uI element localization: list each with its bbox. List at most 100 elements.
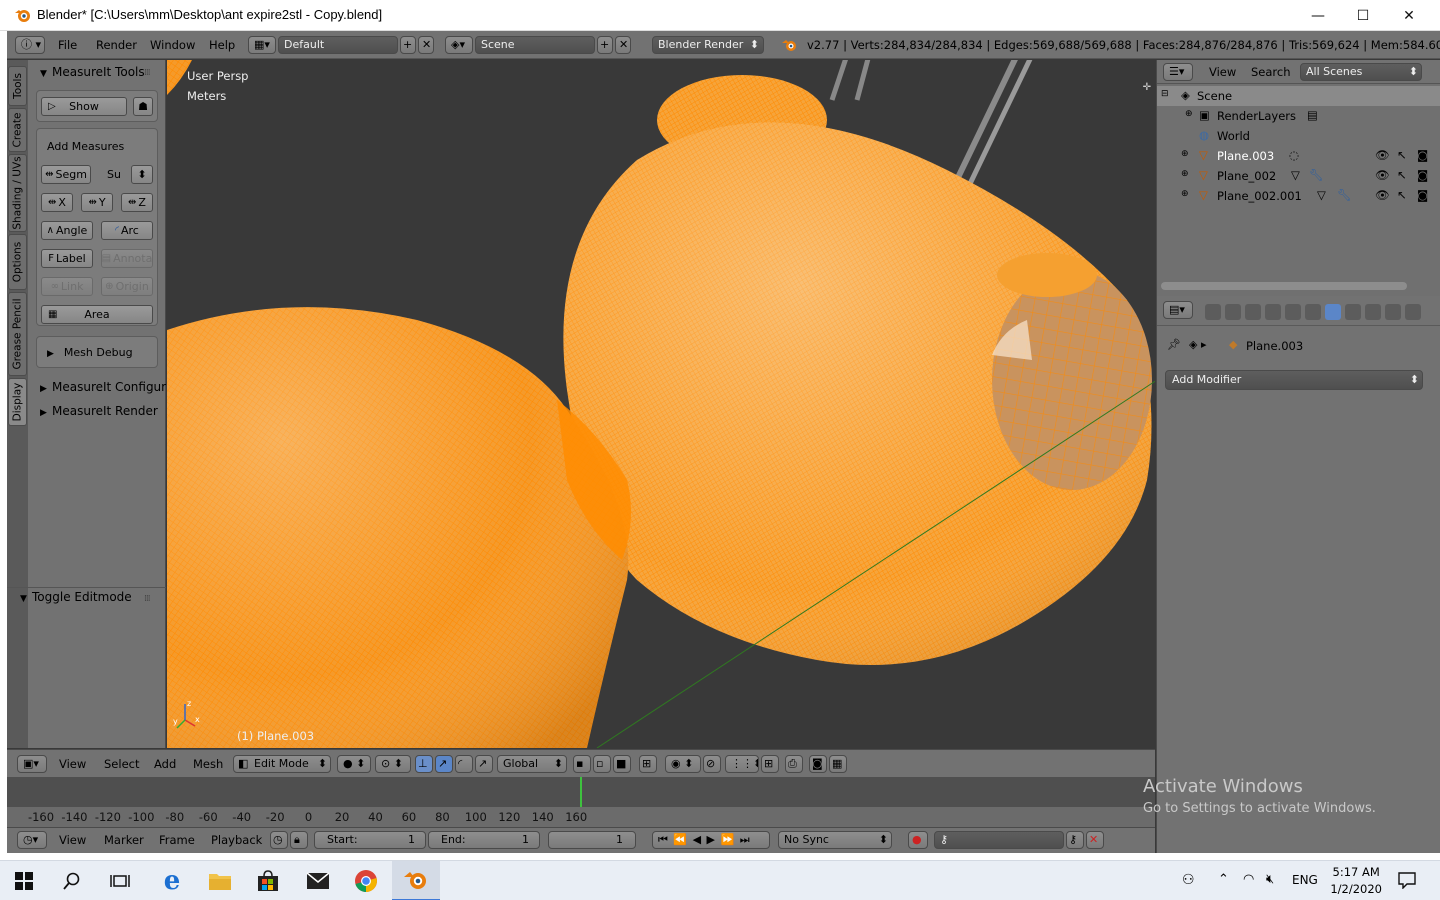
proportional-edit-dropdown[interactable]: ◉ ⬍ bbox=[665, 755, 701, 773]
measure-y-button[interactable]: ⇹ Y bbox=[81, 193, 113, 212]
select-cursor-icon[interactable]: ↖ bbox=[1397, 168, 1407, 182]
3d-viewport[interactable]: User Persp Meters (1) Plane.003 z x y ✛ bbox=[167, 60, 1155, 748]
menu-render[interactable]: Render bbox=[96, 38, 137, 52]
label-button[interactable]: F Label bbox=[41, 249, 93, 268]
tab-options[interactable]: Options bbox=[8, 234, 27, 290]
annotation-button[interactable]: ▤ Annota bbox=[101, 249, 153, 268]
angle-button[interactable]: ∧ Angle bbox=[41, 221, 93, 240]
segment-button[interactable]: ⇹ Segm bbox=[41, 165, 91, 184]
measureit-render-panel-header[interactable]: ▶ MeasureIt Render bbox=[40, 404, 166, 424]
particles-tab-icon[interactable] bbox=[1405, 304, 1421, 320]
blender-taskbar-button[interactable] bbox=[392, 861, 440, 900]
mail-button[interactable] bbox=[294, 861, 342, 900]
outliner-row-plane-003[interactable]: ⊕ ▽ Plane.003 ◌ 👁︎ ↖ ◙ bbox=[1157, 146, 1440, 166]
timeline-menu-marker[interactable]: Marker bbox=[104, 833, 144, 847]
editor-type-info-button[interactable]: ⓘ ▾ bbox=[15, 36, 45, 54]
pin-icon[interactable]: 📌︎ bbox=[1167, 338, 1181, 351]
tab-create[interactable]: Create bbox=[8, 108, 27, 152]
scene-tab-icon[interactable] bbox=[1245, 304, 1261, 320]
measure-z-button[interactable]: ⇹ Z bbox=[121, 193, 153, 212]
render-camera-icon[interactable]: ◙ bbox=[1417, 188, 1428, 202]
snap-toggle[interactable]: ⊘ bbox=[703, 755, 721, 773]
editor-type-3d-button[interactable]: ▣▾ bbox=[17, 755, 47, 773]
outliner-row-world[interactable]: ◍ World bbox=[1157, 126, 1440, 146]
tab-grease-pencil[interactable]: Grease Pencil bbox=[8, 292, 27, 376]
snap-element-dropdown[interactable]: ⋮⋮⬍ bbox=[725, 755, 759, 773]
close-window-button[interactable]: ✕ bbox=[1386, 0, 1432, 31]
task-view-button[interactable] bbox=[96, 861, 144, 900]
chrome-button[interactable] bbox=[342, 861, 390, 900]
delete-layout-icon[interactable]: ✕ bbox=[418, 36, 434, 54]
world-tab-icon[interactable] bbox=[1265, 304, 1281, 320]
visibility-eye-icon[interactable]: 👁︎ bbox=[1375, 188, 1390, 202]
sync-mode-dropdown[interactable]: No Sync ⬍ bbox=[778, 831, 892, 849]
outliner-horizontal-scrollbar[interactable] bbox=[1161, 282, 1407, 290]
current-frame-field[interactable]: 1 bbox=[548, 831, 636, 849]
insert-keyframe-button[interactable]: ⚷ bbox=[1066, 831, 1084, 849]
rotate-manipulator[interactable]: ◜ bbox=[455, 755, 473, 773]
render-layers-tab-icon[interactable] bbox=[1225, 304, 1241, 320]
material-tab-icon[interactable] bbox=[1365, 304, 1381, 320]
add-layout-icon[interactable]: + bbox=[400, 36, 416, 54]
visibility-eye-icon[interactable]: 👁︎ bbox=[1375, 168, 1390, 182]
maximize-button[interactable]: ☐ bbox=[1340, 0, 1386, 31]
editor-type-timeline-button[interactable]: ◷▾ bbox=[17, 831, 47, 849]
timeline-ruler[interactable]: -160 -140 -120 -100 -80 -60 -40 -20 0 20 40 60 80 100… bbox=[7, 807, 1155, 827]
use-preview-range-toggle[interactable]: ◷ bbox=[270, 831, 288, 849]
render-engine-dropdown[interactable]: Blender Render ⬍ bbox=[652, 36, 764, 54]
viewport-corner-plus-icon[interactable]: ✛ bbox=[1143, 82, 1151, 93]
arc-button[interactable]: ◜ Arc bbox=[101, 221, 153, 240]
manipulator-toggle[interactable]: ⊥ bbox=[415, 755, 433, 773]
render-camera-icon[interactable]: ◙ bbox=[1417, 148, 1428, 162]
end-frame-field[interactable]: End: 1 bbox=[428, 831, 540, 849]
scene-selector-icon[interactable]: ◈▾ bbox=[445, 36, 473, 54]
object-tab-icon[interactable] bbox=[1285, 304, 1301, 320]
mesh-debug-box[interactable]: ▶ Mesh Debug bbox=[36, 336, 158, 368]
select-cursor-icon[interactable]: ↖ bbox=[1397, 188, 1407, 202]
people-icon[interactable]: ⚇ bbox=[1182, 872, 1195, 888]
menu-view[interactable]: View bbox=[59, 757, 86, 771]
orientation-dropdown[interactable]: Global ⬍ bbox=[497, 755, 567, 773]
menu-select[interactable]: Select bbox=[104, 757, 139, 771]
layout-field[interactable]: Default bbox=[278, 36, 398, 54]
face-select-mode[interactable]: ■ bbox=[613, 755, 631, 773]
measureit-config-panel-header[interactable]: ▶ MeasureIt Configura bbox=[40, 380, 166, 400]
add-scene-icon[interactable]: + bbox=[597, 36, 613, 54]
panel-grip-icon[interactable]: ⁞⁞⁞ bbox=[144, 594, 156, 604]
ghost-toggle-button[interactable]: ☗ bbox=[133, 97, 153, 116]
screen-layout-icon[interactable]: ▦▾ bbox=[248, 36, 276, 54]
delete-scene-icon[interactable]: ✕ bbox=[615, 36, 631, 54]
start-button[interactable] bbox=[0, 861, 48, 900]
modifiers-tab-icon[interactable] bbox=[1325, 304, 1341, 320]
texture-tab-icon[interactable] bbox=[1385, 304, 1401, 320]
timeline-menu-frame[interactable]: Frame bbox=[159, 833, 195, 847]
outliner-row-plane-002-001[interactable]: ⊕ ▽ Plane_002.001 ▽ 🔧︎ 👁︎ ↖ ◙ bbox=[1157, 186, 1440, 206]
occlude-geometry-toggle[interactable]: ⊞ bbox=[639, 755, 657, 773]
system-clock[interactable]: 5:17 AM 1/2/2020 bbox=[1330, 864, 1382, 898]
opengl-render-image[interactable]: ⎙ bbox=[785, 755, 803, 773]
add-modifier-dropdown[interactable]: Add Modifier ⬍ bbox=[1165, 370, 1423, 390]
timeline-menu-view[interactable]: View bbox=[59, 833, 86, 847]
outliner-menu-view[interactable]: View bbox=[1209, 65, 1236, 79]
delete-keyframe-button[interactable]: ✕ bbox=[1086, 831, 1104, 849]
tab-shading-uvs[interactable]: Shading / UVs bbox=[8, 154, 27, 232]
mesh-debug-header[interactable]: ▶ Mesh Debug bbox=[47, 346, 133, 359]
pivot-dropdown[interactable]: ⊙ ⬍ bbox=[375, 755, 411, 773]
outliner-row-scene[interactable]: ⊟ ◈ Scene bbox=[1157, 86, 1440, 106]
playback-controls[interactable]: ⏮ ⏪ ◀ ▶ ⏩ ⏭ bbox=[652, 831, 770, 849]
current-frame-marker[interactable] bbox=[580, 777, 582, 809]
mode-dropdown[interactable]: ◧ Edit Mode ⬍ bbox=[233, 755, 331, 773]
volume-muted-icon[interactable]: 🔇︎ bbox=[1266, 872, 1274, 887]
scale-manipulator[interactable]: ↗ bbox=[475, 755, 493, 773]
editor-type-outliner-button[interactable]: ☰▾ bbox=[1163, 63, 1193, 81]
render-tab-icon[interactable] bbox=[1205, 304, 1221, 320]
show-measures-button[interactable]: ▷ Show bbox=[41, 97, 127, 116]
start-frame-field[interactable]: Start: 1 bbox=[314, 831, 426, 849]
toggle-editmode-panel-header[interactable]: ▼ Toggle Editmode bbox=[20, 590, 132, 610]
timeline-menu-playback[interactable]: Playback bbox=[211, 833, 262, 847]
show-hidden-icons-chevron-icon[interactable]: ⌃ bbox=[1218, 872, 1229, 887]
opengl-render-camera[interactable]: ◙ bbox=[809, 755, 827, 773]
outliner-display-mode-dropdown[interactable]: All Scenes ⬍ bbox=[1300, 63, 1422, 81]
edge-select-mode[interactable]: ▫ bbox=[593, 755, 611, 773]
minimize-button[interactable]: — bbox=[1295, 0, 1341, 31]
